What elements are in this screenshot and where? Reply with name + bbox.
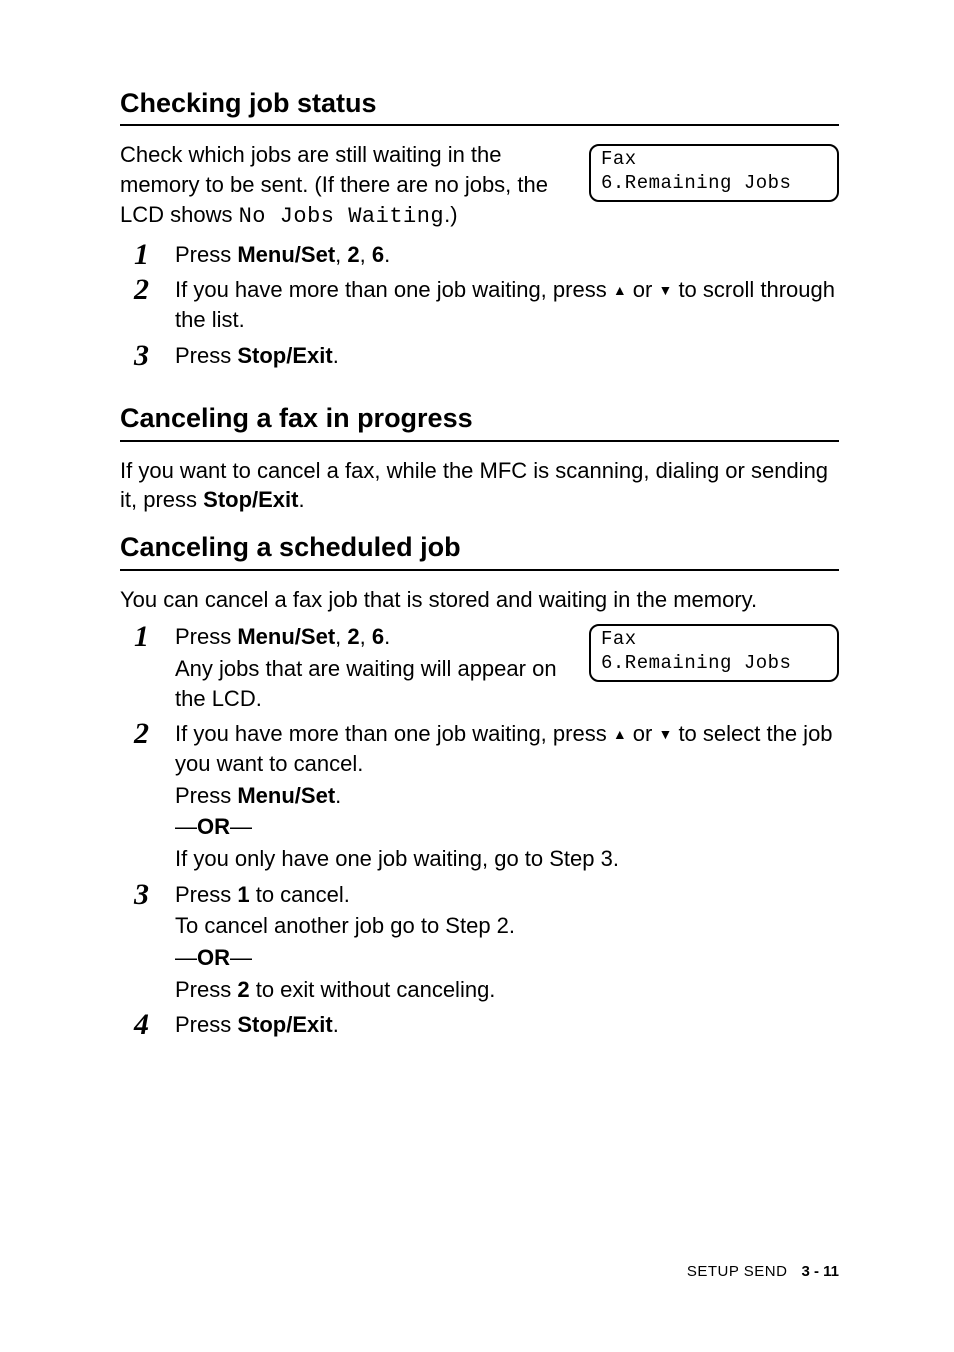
step-number: 1: [120, 620, 175, 652]
key-label: Menu/Set: [237, 624, 335, 649]
text: —: [230, 945, 252, 970]
step-row: 3 Press Stop/Exit.: [120, 339, 839, 373]
step-body: If you have more than one job waiting, p…: [175, 273, 839, 336]
step-body: Press Menu/Set, 2, 6.: [175, 238, 839, 272]
step-row: 1 Press Menu/Set, 2, 6.: [120, 238, 839, 272]
text: to cancel.: [250, 882, 350, 907]
section-title-canceling-scheduled-job: Canceling a scheduled job: [120, 529, 839, 570]
step-number: 1: [120, 238, 175, 270]
text: .: [384, 624, 390, 649]
step-body: Press Menu/Set, 2, 6. Any jobs that are …: [175, 620, 569, 715]
step-number: 3: [120, 339, 175, 371]
text: ,: [335, 242, 347, 267]
step-body: If you have more than one job waiting, p…: [175, 717, 839, 875]
text: If you have more than one job waiting, p…: [175, 721, 613, 746]
or-separator: —OR—: [175, 812, 839, 842]
key-label: Stop/Exit: [237, 343, 332, 368]
key-label: Menu/Set: [237, 242, 335, 267]
text: Press: [175, 882, 237, 907]
text: —: [175, 945, 197, 970]
text: To cancel another job go to Step 2.: [175, 911, 839, 941]
text: .: [298, 487, 304, 512]
text: If you only have one job waiting, go to …: [175, 844, 839, 874]
section-title-checking-job-status: Checking job status: [120, 85, 839, 126]
text: Press: [175, 343, 237, 368]
text: .: [333, 1012, 339, 1037]
text: or: [627, 721, 659, 746]
text: Press: [175, 977, 237, 1002]
key-label: 2: [237, 977, 249, 1002]
step-number: 2: [120, 717, 175, 749]
or-separator: —OR—: [175, 943, 839, 973]
text: or: [627, 277, 659, 302]
footer-section-label: SETUP SEND: [687, 1263, 788, 1280]
up-arrow-icon: ▲: [613, 282, 627, 298]
text: ,: [360, 624, 372, 649]
down-arrow-icon: ▼: [658, 282, 672, 298]
text: ,: [335, 624, 347, 649]
key-label: Stop/Exit: [203, 487, 298, 512]
text: ,: [360, 242, 372, 267]
section-title-canceling-fax-in-progress: Canceling a fax in progress: [120, 400, 839, 441]
intro-paragraph: You can cancel a fax job that is stored …: [120, 585, 839, 615]
lcd-text-inline: No Jobs Waiting: [239, 204, 445, 229]
text: .: [384, 242, 390, 267]
step-row: 1 Press Menu/Set, 2, 6. Any jobs that ar…: [120, 620, 569, 715]
page-number: 3 - 11: [801, 1263, 839, 1280]
text: to exit without canceling.: [250, 977, 496, 1002]
lcd-display-1: Fax 6.Remaining Jobs: [589, 144, 839, 202]
step-number: 2: [120, 273, 175, 305]
key-label: 6: [372, 624, 384, 649]
key-label: 1: [237, 882, 249, 907]
key-label: 2: [347, 242, 359, 267]
or-text: OR: [197, 814, 230, 839]
text: Press: [175, 242, 237, 267]
step-number: 4: [120, 1008, 175, 1040]
or-text: OR: [197, 945, 230, 970]
step-row: 2 If you have more than one job waiting,…: [120, 717, 839, 875]
lcd-line: Fax: [601, 148, 827, 172]
text: Any jobs that are waiting will appear on…: [175, 654, 569, 713]
text: —: [230, 814, 252, 839]
lcd-line: Fax: [601, 628, 827, 652]
text: Press: [175, 783, 237, 808]
text: Press: [175, 624, 237, 649]
step-row: 4 Press Stop/Exit.: [120, 1008, 839, 1042]
text: Press: [175, 1012, 237, 1037]
page-footer: SETUP SEND 3 - 11: [687, 1262, 839, 1282]
key-label: 6: [372, 242, 384, 267]
key-label: Menu/Set: [237, 783, 335, 808]
text: .: [333, 343, 339, 368]
key-label: 2: [347, 624, 359, 649]
up-arrow-icon: ▲: [613, 726, 627, 742]
lcd-display-2: Fax 6.Remaining Jobs: [589, 624, 839, 682]
down-arrow-icon: ▼: [658, 726, 672, 742]
step-body: Press Stop/Exit.: [175, 1008, 839, 1042]
text: —: [175, 814, 197, 839]
step-body: Press Stop/Exit.: [175, 339, 839, 373]
text: .: [335, 783, 341, 808]
lcd-line: 6.Remaining Jobs: [601, 172, 827, 196]
key-label: Stop/Exit: [237, 1012, 332, 1037]
lcd-line: 6.Remaining Jobs: [601, 652, 827, 676]
step-row: 2 If you have more than one job waiting,…: [120, 273, 839, 336]
step-number: 3: [120, 878, 175, 910]
step-row: 3 Press 1 to cancel. To cancel another j…: [120, 878, 839, 1007]
paragraph: If you want to cancel a fax, while the M…: [120, 456, 839, 515]
text: If you have more than one job waiting, p…: [175, 277, 613, 302]
text: .): [444, 202, 457, 227]
step-body: Press 1 to cancel. To cancel another job…: [175, 878, 839, 1007]
